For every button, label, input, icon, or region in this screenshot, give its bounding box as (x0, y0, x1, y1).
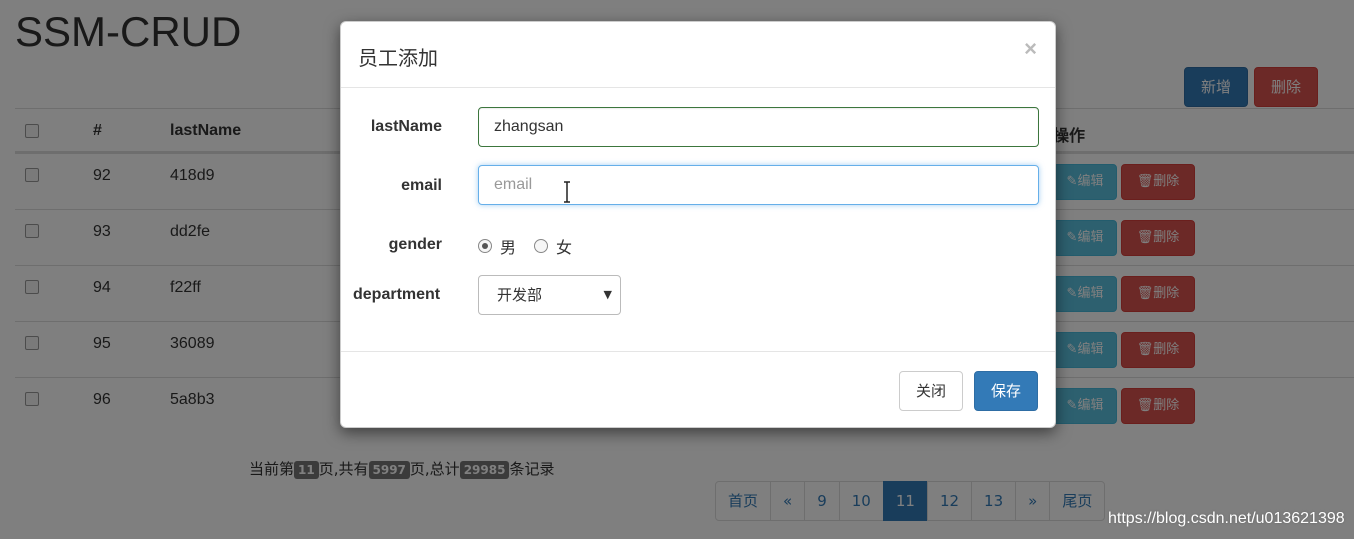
gender-male-label: 男 (500, 238, 517, 257)
lastname-label: lastName (370, 118, 442, 135)
lastname-input[interactable] (478, 107, 1039, 147)
close-button[interactable]: 关闭 (899, 371, 963, 411)
email-label: email (401, 177, 442, 194)
add-employee-modal: 员工添加 × lastName email gender 男 女 departm… (340, 21, 1056, 428)
gender-radio-group: 男 女 (478, 234, 590, 258)
gender-female-label: 女 (556, 238, 573, 257)
gender-female-radio[interactable] (534, 239, 549, 253)
department-select[interactable]: 开发部 ▼ (478, 275, 621, 315)
department-selected-value: 开发部 (497, 286, 543, 304)
dropdown-arrow-icon: ▼ (603, 288, 612, 301)
close-icon[interactable]: × (1024, 38, 1037, 60)
watermark-text: https://blog.csdn.net/u013621398 (1108, 510, 1345, 527)
department-label: department (353, 286, 441, 303)
text-cursor-icon (564, 181, 570, 203)
modal-footer: 关闭 保存 (341, 351, 1055, 429)
save-button[interactable]: 保存 (974, 371, 1038, 411)
gender-label: gender (388, 236, 442, 253)
modal-header: 员工添加 × (341, 22, 1055, 88)
modal-title: 员工添加 (358, 46, 438, 70)
gender-male-radio[interactable] (478, 239, 492, 253)
